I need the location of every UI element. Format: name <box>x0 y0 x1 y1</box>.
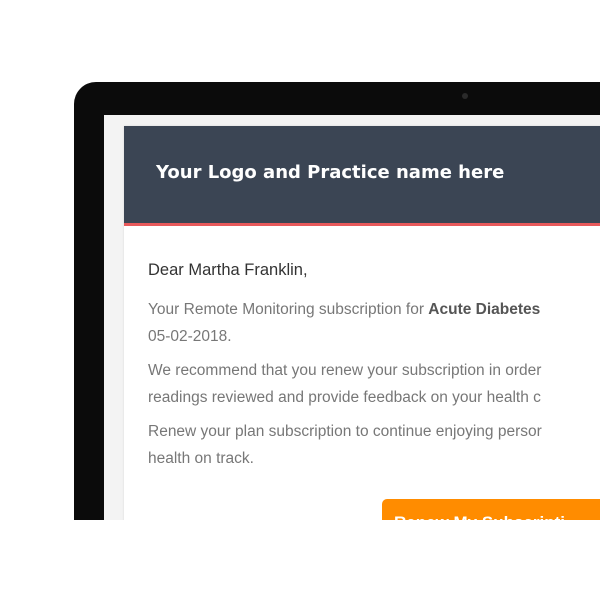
recommendation-line-2: readings reviewed and provide feedback o… <box>148 389 541 406</box>
expiry-date: 05-02-2018. <box>148 328 232 345</box>
logo-placeholder-text: Your Logo and Practice name here <box>156 162 505 183</box>
renew-line-1: Renew your plan subscription to continue… <box>148 423 542 440</box>
laptop-screen: Your Logo and Practice name here Dear Ma… <box>104 115 600 525</box>
email-body: Dear Martha Franklin, Your Remote Monito… <box>148 261 600 479</box>
plan-name: Acute Diabetes <box>428 301 541 318</box>
subscription-text: Your Remote Monitoring subscription for <box>148 301 429 318</box>
recommendation-paragraph: We recommend that you renew your subscri… <box>148 357 600 411</box>
subscription-paragraph: Your Remote Monitoring subscription for … <box>148 296 600 350</box>
page-background <box>0 520 600 600</box>
camera-icon <box>462 93 468 99</box>
email-card: Your Logo and Practice name here Dear Ma… <box>124 126 600 525</box>
header-accent-line <box>124 223 600 226</box>
greeting: Dear Martha Franklin, <box>148 261 308 279</box>
renew-paragraph: Renew your plan subscription to continue… <box>148 418 600 472</box>
stage: Your Logo and Practice name here Dear Ma… <box>0 0 600 600</box>
recommendation-line-1: We recommend that you renew your subscri… <box>148 362 542 379</box>
renew-line-2: health on track. <box>148 450 254 467</box>
email-header: Your Logo and Practice name here <box>124 126 600 223</box>
